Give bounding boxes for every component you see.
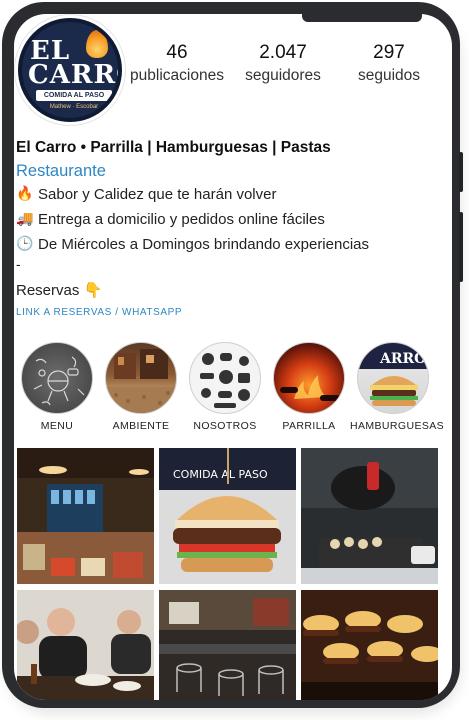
story-highlights: MENU AMBIENTE NOSOTROS PARRILLA ARRO HAM… [14, 342, 452, 437]
fire-grill-icon [273, 342, 345, 414]
outdoor-terrace-icon [105, 342, 177, 414]
bio-link[interactable]: LINK A RESERVAS / WHATSAPP [16, 305, 446, 321]
post-restaurant-tables[interactable] [159, 590, 296, 700]
post-burger-closeup[interactable]: COMIDA AL PASO [159, 448, 296, 584]
logo-text: CARRO [28, 60, 118, 90]
food-doodle-icon [200, 353, 250, 408]
stat-value: 2.047 [259, 42, 307, 63]
highlight-nosotros[interactable]: NOSOTROS [182, 342, 268, 432]
grill-doodle-icon [21, 342, 93, 414]
phone-side-button [459, 152, 463, 192]
stat-label: seguidores [245, 67, 321, 84]
post-grill-burgers[interactable] [301, 590, 438, 700]
burger-icon: ARRO [357, 342, 429, 414]
highlight-parrilla[interactable]: PARRILLA [266, 342, 352, 432]
stat-label: seguidos [357, 67, 421, 84]
burger-icon: ARRO [358, 343, 428, 406]
highlight-ambiente[interactable]: AMBIENTE [98, 342, 184, 432]
profile-bio: El Carro • Parrilla | Hamburguesas | Pas… [16, 138, 446, 321]
bio-text: De Miércoles a Domingos brindando experi… [38, 236, 370, 253]
logo-subtext: Mathew · Escobar [49, 104, 99, 110]
bio-line: 🔥 Sabor y Calidez que te harán volver [16, 182, 446, 207]
phone-side-button [459, 212, 463, 282]
outdoor-terrace-icon [106, 349, 176, 413]
grill-doodle-icon [33, 356, 85, 406]
highlight-label: MENU [40, 420, 74, 432]
stat-value: 46 [166, 42, 188, 63]
fire-icon: 🔥 [16, 186, 34, 202]
phone-frame: EL CARRO COMIDA AL PASO Mathew · Escobar… [2, 2, 463, 708]
stat-value: 297 [373, 42, 405, 63]
stat-label: publicaciones [130, 67, 224, 84]
clock-icon: 🕒 [16, 236, 34, 252]
stat-followers[interactable]: 2.047 seguidores [230, 42, 336, 86]
logo-ribbon: COMIDA AL PASO [36, 90, 112, 101]
post-bar-interior[interactable] [17, 448, 154, 584]
bio-dash: - [16, 256, 21, 272]
highlight-hamburguesas[interactable]: ARRO HAMBURGUESAS [350, 342, 445, 432]
phone-screen: EL CARRO COMIDA AL PASO Mathew · Escobar… [14, 14, 452, 700]
profile-stats: 46 publicaciones 2.047 seguidores 297 se… [124, 42, 444, 86]
fire-grill-icon [280, 375, 340, 401]
flame-icon [86, 30, 108, 58]
profile-name: El Carro • Parrilla | Hamburguesas | Pas… [16, 139, 331, 156]
notch [302, 14, 422, 22]
stat-following[interactable]: 297 seguidos [336, 42, 442, 86]
bio-line: 🚚 Entrega a domicilio y pedidos online f… [16, 207, 446, 232]
highlight-label: NOSOTROS [193, 420, 257, 432]
bio-reservas: Reservas 👇 [16, 282, 103, 299]
svg-text:ARRO: ARRO [379, 351, 426, 367]
food-doodle-icon [189, 342, 261, 414]
profile-avatar[interactable]: EL CARRO COMIDA AL PASO Mathew · Escobar [14, 14, 126, 126]
profile-category[interactable]: Restaurante [16, 160, 446, 182]
post-chef-plating[interactable] [301, 448, 438, 584]
highlight-label: AMBIENTE [112, 420, 170, 432]
posts-grid: COMIDA AL PASO [17, 448, 439, 700]
truck-icon: 🚚 [16, 211, 34, 227]
svg-text:COMIDA AL PASO: COMIDA AL PASO [173, 468, 268, 481]
logo: EL CARRO COMIDA AL PASO Mathew · Escobar [18, 18, 122, 122]
post-friends-eating[interactable] [17, 590, 154, 700]
bio-text: Entrega a domicilio y pedidos online fác… [38, 211, 325, 228]
highlight-label: HAMBURGUESAS [350, 420, 445, 432]
stat-posts[interactable]: 46 publicaciones [124, 42, 230, 86]
highlight-menu[interactable]: MENU [14, 342, 100, 432]
bio-text: Sabor y Calidez que te harán volver [38, 186, 277, 203]
highlight-label: PARRILLA [282, 420, 336, 432]
bio-line: 🕒 De Miércoles a Domingos brindando expe… [16, 232, 446, 257]
